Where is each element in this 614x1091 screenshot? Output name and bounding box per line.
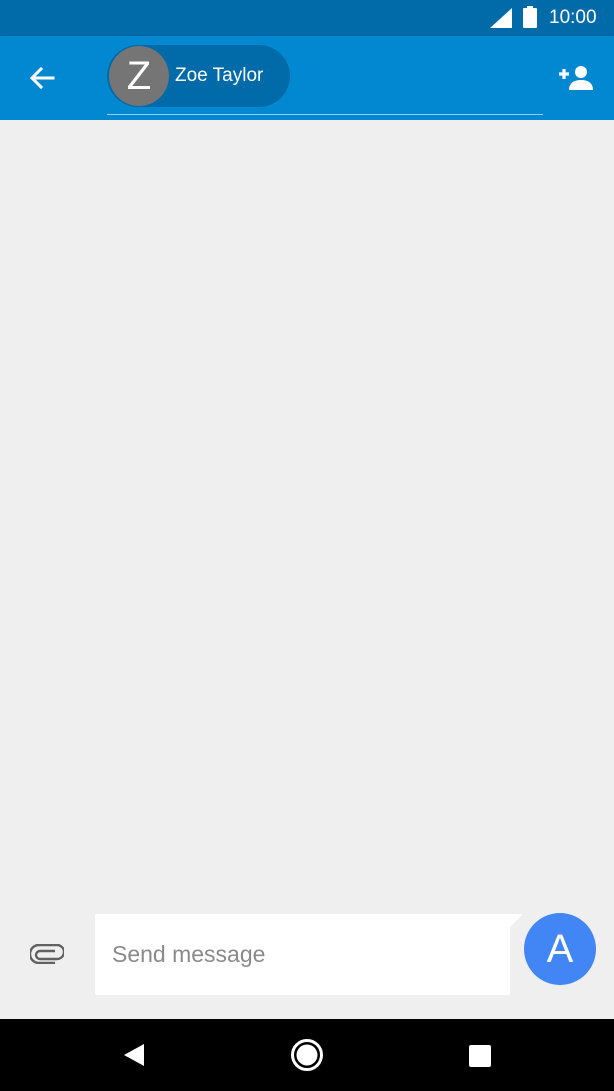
compose-box bbox=[95, 914, 510, 995]
nav-home-icon[interactable] bbox=[290, 1038, 324, 1072]
arrow-left-icon bbox=[29, 66, 55, 90]
paperclip-icon bbox=[30, 944, 64, 964]
app-bar: Z Zoe Taylor bbox=[0, 36, 614, 120]
nav-recents-icon[interactable] bbox=[468, 1044, 492, 1068]
status-time: 10:00 bbox=[549, 7, 597, 28]
nav-back-icon[interactable] bbox=[122, 1043, 146, 1067]
navigation-bar bbox=[0, 1019, 614, 1091]
recipient-name: Zoe Taylor bbox=[175, 65, 264, 86]
add-person-icon bbox=[559, 66, 593, 90]
battery-icon bbox=[523, 6, 537, 28]
send-button[interactable]: A bbox=[524, 913, 596, 985]
conversation-area bbox=[0, 120, 614, 910]
back-button[interactable] bbox=[22, 58, 62, 98]
attach-button[interactable] bbox=[27, 937, 67, 971]
recipient-chip[interactable]: Z Zoe Taylor bbox=[107, 45, 290, 107]
status-bar: 10:00 bbox=[0, 0, 614, 36]
message-input[interactable] bbox=[112, 914, 502, 995]
compose-tail bbox=[509, 914, 523, 928]
recipient-field[interactable]: Z Zoe Taylor bbox=[107, 36, 543, 115]
avatar: Z bbox=[109, 46, 169, 106]
signal-icon bbox=[490, 8, 512, 28]
add-person-button[interactable] bbox=[556, 60, 596, 96]
